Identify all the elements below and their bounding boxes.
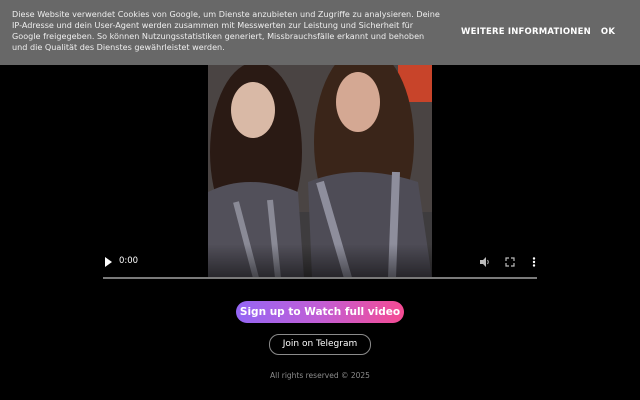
cookie-actions: WEITERE INFORMATIONEN OK	[461, 27, 615, 37]
fullscreen-icon[interactable]	[504, 256, 516, 268]
ok-button[interactable]: OK	[601, 27, 615, 37]
cookie-banner: Diese Website verwendet Cookies von Goog…	[0, 0, 640, 65]
footer-copyright: All rights reserved © 2025	[270, 371, 370, 380]
video-time: 0:00	[119, 256, 139, 266]
join-telegram-button[interactable]: Join on Telegram	[269, 334, 371, 355]
video-controls: 0:00	[103, 244, 537, 280]
play-icon[interactable]	[103, 256, 113, 268]
video-progress-bar[interactable]	[103, 277, 537, 279]
more-vertical-icon[interactable]	[528, 256, 540, 268]
signup-watch-button[interactable]: Sign up to Watch full video	[236, 301, 404, 323]
volume-icon[interactable]	[479, 256, 491, 268]
cookie-notice-text: Diese Website verwendet Cookies von Goog…	[12, 9, 440, 52]
video-player[interactable]: 0:00	[103, 62, 537, 280]
more-info-link[interactable]: WEITERE INFORMATIONEN	[461, 27, 591, 37]
page: Diese Website verwendet Cookies von Goog…	[0, 0, 640, 400]
